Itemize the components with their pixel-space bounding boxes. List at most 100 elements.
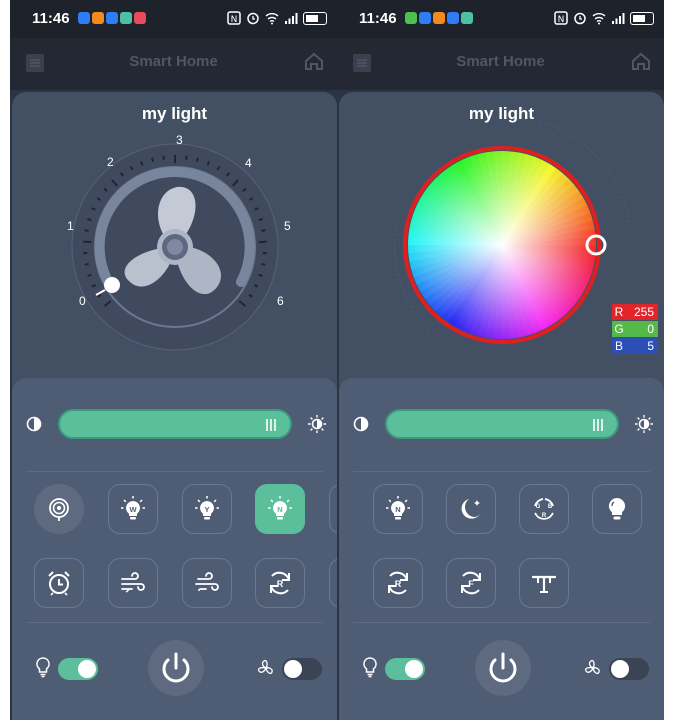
- voice-mode-button[interactable]: [34, 484, 84, 534]
- signal-icon: [612, 13, 625, 24]
- power-icon: [162, 652, 190, 683]
- speed-label-5: 5: [284, 219, 291, 233]
- dial-tick: [151, 157, 155, 163]
- alarm-status-icon: [247, 12, 259, 25]
- dial-tick: [84, 229, 89, 232]
- bulb-icon: [36, 657, 50, 678]
- dial-tick: [84, 262, 89, 266]
- g-value: 0: [626, 321, 658, 337]
- app-notification-icon: [447, 12, 459, 24]
- wifi-icon: [265, 13, 279, 25]
- status-bar: 11:46 N: [337, 0, 664, 38]
- fan-icon: [584, 659, 600, 675]
- mode-letter: B: [548, 504, 553, 510]
- ceiling-fan-icon: [531, 575, 557, 593]
- speed-label-3: 3: [176, 133, 183, 147]
- controls-panel: N GBR R F: [339, 378, 664, 720]
- nfc-icon: N: [227, 11, 241, 25]
- app-notification-icon: [419, 12, 431, 24]
- ceiling-fan-button[interactable]: [519, 558, 569, 608]
- brightness-slider[interactable]: [385, 409, 619, 439]
- brightness-slider[interactable]: [58, 409, 292, 439]
- fan-speed-dial[interactable]: 0 1 2 3 4 5 6: [12, 92, 337, 392]
- yellow-mode-button[interactable]: Y: [182, 484, 232, 534]
- mode-letter: F: [468, 579, 474, 589]
- notification-icons: [78, 12, 146, 24]
- svg-text:N: N: [558, 15, 565, 25]
- sun-icon: [635, 415, 653, 433]
- moon-icon: [461, 499, 481, 519]
- yellow-bulb-icon: Y: [195, 496, 219, 520]
- rgb-cycle-button[interactable]: G BR: [519, 484, 569, 534]
- mode-letter: R: [542, 513, 547, 519]
- rgb-red-readout: R 255: [612, 304, 658, 320]
- power-icon: [489, 652, 517, 683]
- dial-tick: [185, 155, 188, 160]
- neutral-mode-button[interactable]: N: [255, 484, 305, 534]
- status-time: 11:46: [32, 10, 70, 27]
- mode-button-partial[interactable]: [329, 558, 337, 608]
- app-notification-icon: [78, 12, 90, 24]
- device-control-panel: my light R 255 G 0 B 5: [339, 92, 664, 392]
- alarm-icon: [48, 571, 70, 596]
- home-icon[interactable]: [630, 50, 652, 72]
- g-label: G: [612, 321, 626, 337]
- slider-grip-icon[interactable]: [264, 418, 278, 432]
- cycle-icon: F: [461, 571, 481, 595]
- status-indicators: N: [227, 11, 327, 25]
- b-label: B: [612, 338, 626, 354]
- wifi-icon: [592, 13, 606, 25]
- mode-letter: N: [395, 505, 400, 514]
- fan-icon: [257, 659, 273, 675]
- app-notification-icon: [405, 12, 417, 24]
- dial-tick: [206, 161, 210, 166]
- controls-panel: W Y N R: [12, 378, 337, 720]
- reverse-button[interactable]: R: [373, 558, 423, 608]
- neutral-bulb-icon: N: [268, 496, 292, 520]
- app-notification-icon: [120, 12, 132, 24]
- wind-mode-button[interactable]: [108, 558, 158, 608]
- mode-letter: Y: [204, 505, 209, 514]
- night-mode-button[interactable]: [446, 484, 496, 534]
- dial-tick: [140, 161, 144, 166]
- mode-button-partial[interactable]: [329, 484, 337, 534]
- app-notification-icon: [461, 12, 473, 24]
- wind-icon: [195, 572, 219, 591]
- power-button[interactable]: [475, 640, 531, 696]
- signal-icon: [285, 13, 298, 24]
- toggle-knob: [611, 660, 629, 678]
- toggle-knob: [78, 660, 96, 678]
- fan-toggle[interactable]: [282, 658, 322, 680]
- timer-button[interactable]: [34, 558, 84, 608]
- app-bar: Smart Home: [10, 38, 337, 90]
- divider: [353, 471, 650, 472]
- neutral-mode-button[interactable]: N: [373, 484, 423, 534]
- color-mode-button[interactable]: [592, 484, 642, 534]
- natural-wind-button[interactable]: [182, 558, 232, 608]
- dial-tick: [87, 217, 92, 222]
- app-title: Smart Home: [456, 53, 545, 70]
- slider-grip-icon[interactable]: [591, 418, 605, 432]
- cycle-icon: G BR: [534, 498, 554, 520]
- app-notification-icon: [134, 12, 146, 24]
- dial-tick: [87, 273, 92, 277]
- dial-tick: [261, 262, 266, 266]
- forward-button[interactable]: F: [446, 558, 496, 608]
- home-icon[interactable]: [303, 50, 325, 72]
- dial-tick: [258, 273, 263, 277]
- warm-bulb-icon: W: [121, 496, 145, 520]
- bulb-icon: [608, 497, 626, 520]
- fan-toggle[interactable]: [609, 658, 649, 680]
- power-button[interactable]: [148, 640, 204, 696]
- mode-letter: R: [395, 579, 402, 589]
- light-toggle[interactable]: [385, 658, 425, 680]
- warm-white-mode-button[interactable]: W: [108, 484, 158, 534]
- dial-tick: [258, 217, 263, 222]
- light-toggle[interactable]: [58, 658, 98, 680]
- dial-tick: [162, 155, 165, 160]
- dial-tick: [261, 229, 266, 232]
- fan-speed-handle[interactable]: [104, 277, 120, 293]
- cycle-icon: R: [388, 571, 408, 595]
- reverse-button[interactable]: R: [255, 558, 305, 608]
- brightness-row: [12, 406, 337, 442]
